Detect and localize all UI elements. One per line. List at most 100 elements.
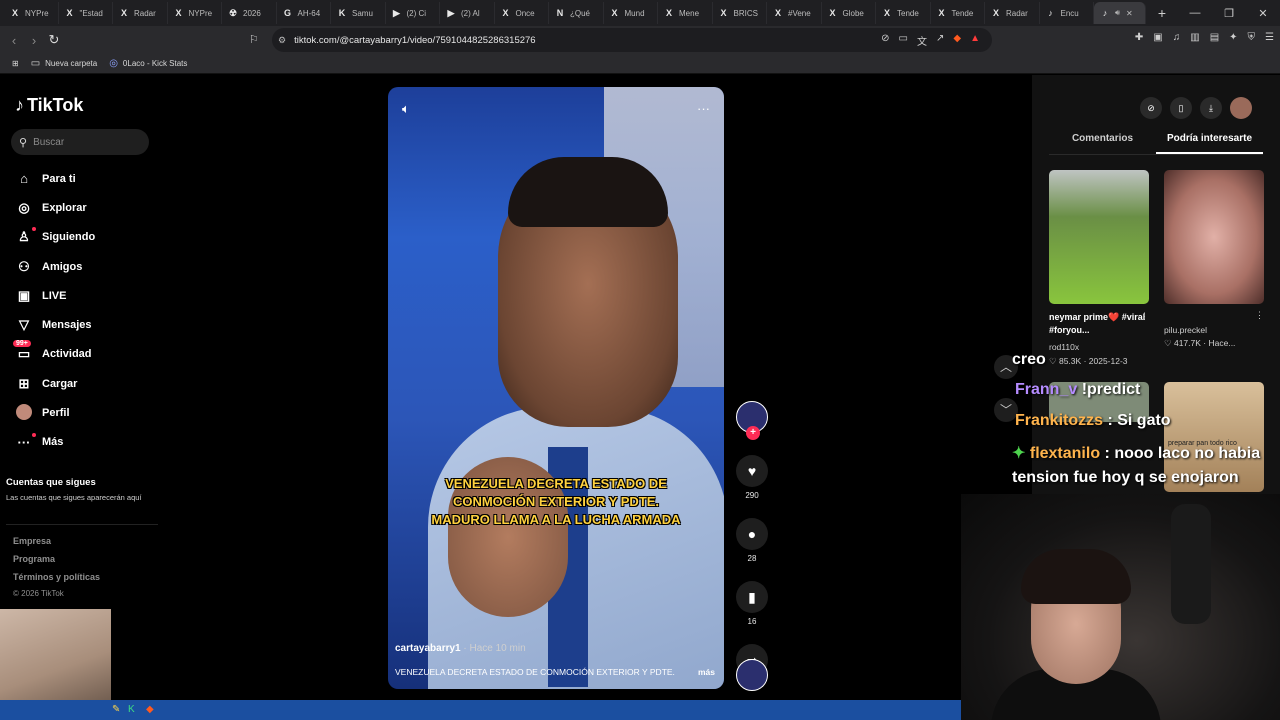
music-icon[interactable]: ♫ (1173, 32, 1181, 43)
minimize-button[interactable]: — (1178, 7, 1212, 19)
more-options-icon[interactable]: ··· (697, 101, 710, 116)
browser-tab[interactable]: X Once (495, 2, 549, 24)
nav-item-perfil[interactable]: Perfil (15, 398, 95, 427)
nav-item-para-ti[interactable]: ⌂ Para ti (15, 164, 95, 193)
browser-tab[interactable]: X "Estad (59, 2, 113, 24)
browser-tab[interactable]: X #Vene (767, 2, 822, 24)
more-options-icon[interactable]: ⋮ (1255, 310, 1264, 321)
forward-icon[interactable]: › (24, 33, 44, 48)
nav-item-siguiendo[interactable]: ♙ Siguiendo (15, 223, 95, 252)
unread-dot (32, 432, 36, 437)
browser-tab-bar: X NYPre X "Estad X Radar X NYPre ☢ 2026 G AH-64 K Sam… (0, 0, 1280, 26)
brave-rewards-icon[interactable]: ▲ (970, 33, 980, 48)
translate-icon[interactable]: 文 (917, 33, 927, 48)
site-settings-icon[interactable]: ⚙ (278, 35, 286, 46)
volume-icon[interactable]: 🔈︎ (402, 101, 410, 117)
browser-tab[interactable]: N ¿Qué (549, 2, 604, 24)
nav-item-cargar[interactable]: ⊞ Cargar (15, 369, 95, 398)
device-icon[interactable]: ▯ (1170, 97, 1192, 119)
brave-taskbar-icon[interactable]: ◆ (146, 704, 154, 715)
browser-tab[interactable]: X Globe (822, 2, 876, 24)
save-action[interactable]: ▮ 16 (736, 581, 768, 626)
kick-taskbar-icon[interactable]: K (128, 704, 135, 715)
suggested-video-1-user[interactable]: rod110x (1049, 342, 1079, 352)
browser-tab[interactable]: X Mene (658, 2, 713, 24)
browser-tab[interactable]: X Radar (985, 2, 1040, 24)
taskbar-app-icon[interactable]: ✎ (112, 704, 120, 715)
footer-link-empresa[interactable]: Empresa (13, 536, 51, 546)
tab-favicon-icon: X (720, 8, 727, 18)
reload-icon[interactable]: ↻ (44, 32, 64, 48)
close-tab-button[interactable]: ✕ (1126, 9, 1133, 18)
bookmark-icon[interactable]: ⚐ (249, 33, 259, 46)
sidebar-icon[interactable]: ▥ (1190, 32, 1199, 43)
tab-label: 2026 (243, 8, 261, 18)
footer-link-terminos[interactable]: Términos y políticas (13, 572, 100, 582)
browser-tab[interactable]: X BRICS (713, 2, 767, 24)
browser-tab[interactable]: X Radar (113, 2, 168, 24)
brave-shields-icon[interactable]: ◆ (953, 33, 961, 48)
suggested-video-2[interactable] (1164, 170, 1264, 304)
nav-item-explorar[interactable]: ◎ Explorar (15, 193, 95, 222)
tiktok-logo[interactable]: ♪ TikTok (15, 95, 83, 116)
browser-tab[interactable]: X NYPre (168, 2, 222, 24)
apps-icon[interactable]: ⊞ (12, 59, 19, 68)
new-tab-button[interactable]: + (1152, 5, 1172, 21)
music-disc-avatar[interactable] (736, 659, 768, 691)
nav-item-mensajes[interactable]: ▽ Mensajes (15, 310, 95, 339)
follow-plus-icon[interactable]: + (746, 426, 760, 440)
browser-tab[interactable]: ♪ Encu (1040, 2, 1094, 24)
browser-tab[interactable]: G AH-64 (277, 2, 331, 24)
no-video-icon[interactable]: ⊘ (881, 33, 889, 48)
maximize-button[interactable]: ❐ (1212, 7, 1246, 20)
user-avatar[interactable] (1230, 97, 1252, 119)
browser-tab[interactable]: X Mund (604, 2, 658, 24)
suggested-video-2-user[interactable]: pilu.preckel (1164, 325, 1207, 335)
wallet-icon[interactable]: ▤ (1210, 32, 1219, 43)
search-input[interactable]: ⚲ Buscar (11, 129, 149, 155)
browser-tab[interactable]: X Tende (876, 2, 931, 24)
nav-item-m-s[interactable]: ··· Más (15, 428, 95, 457)
audio-playing-icon[interactable]: 🔊︎ (1115, 8, 1120, 18)
footer-link-programa[interactable]: Programa (13, 554, 55, 564)
nav-item-actividad[interactable]: ▭ 99+ Actividad (13, 340, 95, 369)
tab-podria-interesarte[interactable]: Podría interesarte (1156, 133, 1263, 154)
download-icon[interactable]: ⤓ (1200, 97, 1222, 119)
vpn-icon[interactable]: ⛨ (1248, 32, 1256, 43)
active-browser-tab[interactable]: ♪ 🔊︎ ✕ (1094, 2, 1146, 24)
url-field[interactable]: ⚙ tiktok.com/@cartayabarry1/video/759104… (272, 28, 992, 52)
comment-action[interactable]: ● 28 (736, 518, 768, 563)
creator-avatar[interactable]: + (736, 401, 768, 440)
video-author[interactable]: cartayabarry1 · Hace 10 min (395, 643, 526, 654)
close-window-button[interactable]: ✕ (1246, 7, 1280, 20)
tab-comentarios[interactable]: Comentarios (1049, 133, 1156, 154)
browser-tab[interactable]: K Samu (331, 2, 386, 24)
share-icon[interactable]: ↗ (936, 33, 944, 48)
screenshot-icon[interactable]: ▣ (1153, 32, 1162, 43)
menu-icon[interactable]: ☰ (1265, 32, 1274, 43)
back-icon[interactable]: ‹ (4, 33, 24, 48)
profile-avatar (16, 403, 32, 420)
video-player[interactable]: 🔈︎ ··· VENEZUELA DECRETA ESTADO DE CONMO… (388, 87, 724, 689)
more-options-icon[interactable]: ⋮ (1140, 311, 1149, 322)
nav-item-live[interactable]: ▣ LIVE (15, 281, 95, 310)
cast-icon[interactable]: ▭ (899, 33, 908, 48)
browser-tab[interactable]: ▶ (2) Al (440, 2, 495, 24)
folder-icon: ▭ (30, 58, 41, 69)
browser-tab[interactable]: ▶ (2) Ci (386, 2, 440, 24)
suggested-video-1-title[interactable]: neymar prime❤️ #viral #foryou... (1049, 311, 1149, 337)
bookmark-kick-stats[interactable]: ◎ 0Laco - Kick Stats (109, 58, 187, 69)
bookmark-nueva-carpeta[interactable]: ▭ Nueva carpeta (31, 58, 97, 69)
nav-menu: ⌂ Para ti ◎ Explorar ♙ Siguiendo ⚇ Amigos ▣ LIVE ▽… (13, 164, 95, 457)
chat-message: Frann_v !predict (1015, 381, 1141, 398)
extensions-icon[interactable]: ✚ (1135, 32, 1143, 43)
browser-tab[interactable]: X Tende (931, 2, 985, 24)
browser-tab[interactable]: ☢ 2026 (222, 2, 277, 24)
browser-tab[interactable]: X NYPre (4, 2, 59, 24)
nav-item-amigos[interactable]: ⚇ Amigos (15, 252, 95, 281)
autoscroll-icon[interactable]: ⊘ (1140, 97, 1162, 119)
ai-icon[interactable]: ✦ (1229, 32, 1237, 43)
like-action[interactable]: ♥ 290 (736, 455, 768, 500)
suggested-video-1[interactable] (1049, 170, 1149, 304)
more-link[interactable]: más (698, 667, 715, 677)
